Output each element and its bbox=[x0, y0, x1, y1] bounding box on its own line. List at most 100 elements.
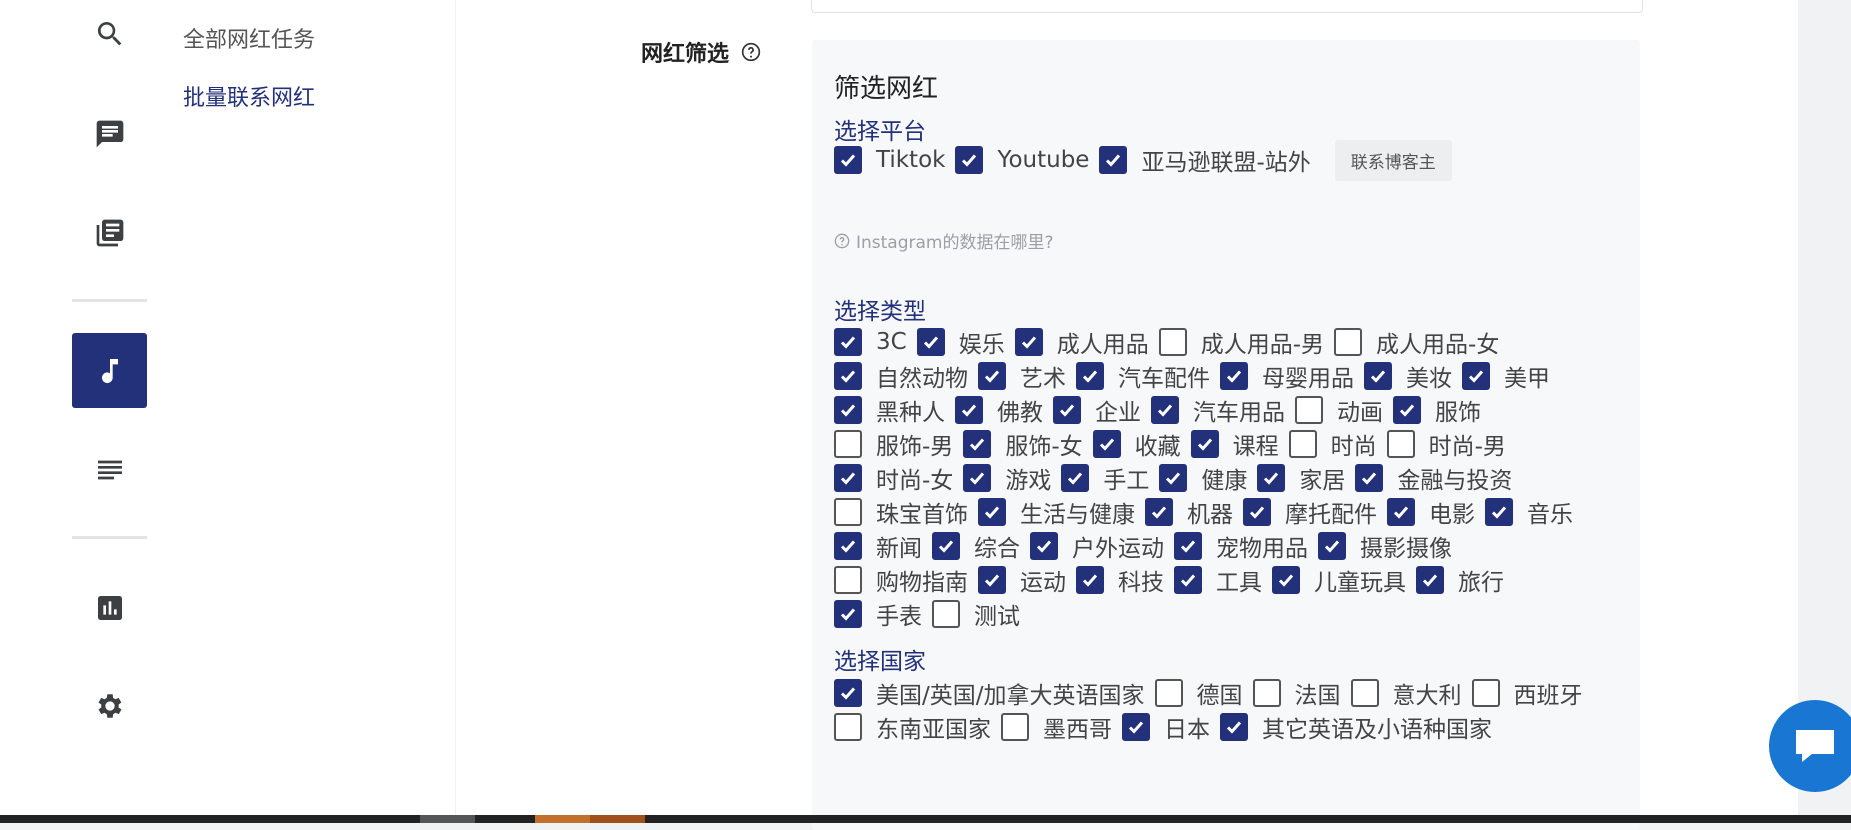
help-circle-icon[interactable] bbox=[741, 42, 761, 62]
checkbox-checked[interactable] bbox=[1053, 396, 1081, 424]
checkbox-checked[interactable] bbox=[955, 146, 984, 174]
checkbox-checked[interactable] bbox=[1355, 464, 1384, 492]
checkbox-checked[interactable] bbox=[834, 532, 862, 560]
checkbox-checked[interactable] bbox=[963, 464, 992, 492]
checkbox-unchecked[interactable] bbox=[1334, 328, 1363, 356]
checkbox-checked[interactable] bbox=[1076, 362, 1104, 390]
category-option[interactable]: 娱乐 bbox=[916, 325, 1005, 359]
country-option[interactable]: 德国 bbox=[1154, 676, 1243, 710]
category-option[interactable]: 测试 bbox=[932, 597, 1020, 631]
category-option[interactable]: 新闻 bbox=[834, 529, 922, 563]
checkbox-checked[interactable] bbox=[834, 362, 862, 390]
country-option[interactable]: 西班牙 bbox=[1471, 676, 1583, 710]
checkbox-checked[interactable] bbox=[1092, 430, 1121, 458]
category-option[interactable]: 健康 bbox=[1159, 461, 1247, 495]
checkbox-checked[interactable] bbox=[1076, 566, 1104, 594]
checkbox-checked[interactable] bbox=[932, 532, 960, 560]
checkbox-checked[interactable] bbox=[978, 362, 1006, 390]
category-option[interactable]: 户外运动 bbox=[1030, 529, 1164, 563]
chat-widget-button[interactable] bbox=[1769, 700, 1851, 792]
checkbox-checked[interactable] bbox=[1387, 498, 1415, 526]
category-option[interactable]: 科技 bbox=[1076, 563, 1164, 597]
category-option[interactable]: 汽车配件 bbox=[1076, 359, 1210, 393]
checkbox-unchecked[interactable] bbox=[932, 600, 960, 628]
category-option[interactable]: 珠宝首饰 bbox=[834, 495, 968, 529]
category-option[interactable]: 艺术 bbox=[978, 359, 1066, 393]
category-option[interactable]: 母婴用品 bbox=[1220, 359, 1354, 393]
checkbox-checked[interactable] bbox=[1364, 362, 1392, 390]
category-option[interactable]: 机器 bbox=[1145, 495, 1233, 529]
category-option[interactable]: 购物指南 bbox=[834, 563, 968, 597]
category-option[interactable]: 动画 bbox=[1295, 393, 1383, 427]
category-option[interactable]: 3C bbox=[834, 328, 907, 356]
submenu-item-batch-contact[interactable]: 批量联系网红 bbox=[183, 80, 315, 112]
country-option[interactable]: 意大利 bbox=[1350, 676, 1462, 710]
checkbox-unchecked[interactable] bbox=[834, 566, 862, 594]
category-option[interactable]: 音乐 bbox=[1485, 495, 1573, 529]
country-option[interactable]: 法国 bbox=[1252, 676, 1341, 710]
bar-chart-icon[interactable] bbox=[72, 570, 147, 645]
checkbox-unchecked[interactable] bbox=[1295, 396, 1323, 424]
category-option[interactable]: 时尚 bbox=[1288, 427, 1377, 461]
contact-blogger-button[interactable]: 联系博客主 bbox=[1334, 139, 1452, 181]
checkbox-checked[interactable] bbox=[978, 566, 1006, 594]
checkbox-unchecked[interactable] bbox=[834, 430, 862, 458]
category-option[interactable]: 成人用品-女 bbox=[1334, 325, 1499, 359]
country-option[interactable]: 墨西哥 bbox=[1001, 710, 1112, 744]
platform-option[interactable]: 亚马逊联盟-站外 bbox=[1099, 143, 1311, 177]
category-option[interactable]: 综合 bbox=[932, 529, 1020, 563]
category-option[interactable]: 时尚-女 bbox=[834, 461, 953, 495]
checkbox-unchecked[interactable] bbox=[1471, 679, 1500, 707]
checkbox-checked[interactable] bbox=[1416, 566, 1444, 594]
category-option[interactable]: 摩托配件 bbox=[1243, 495, 1377, 529]
category-option[interactable]: 美甲 bbox=[1462, 359, 1550, 393]
checkbox-checked[interactable] bbox=[1145, 498, 1173, 526]
platform-option[interactable]: Tiktok bbox=[834, 146, 945, 174]
category-option[interactable]: 服饰-男 bbox=[834, 427, 953, 461]
category-option[interactable]: 汽车用品 bbox=[1151, 393, 1285, 427]
checkbox-unchecked[interactable] bbox=[834, 713, 862, 741]
category-option[interactable]: 家居 bbox=[1257, 461, 1345, 495]
category-option[interactable]: 金融与投资 bbox=[1355, 461, 1512, 495]
checkbox-checked[interactable] bbox=[834, 328, 862, 356]
checkbox-checked[interactable] bbox=[1014, 328, 1043, 356]
search-icon[interactable] bbox=[72, 0, 147, 71]
category-option[interactable]: 摄影摄像 bbox=[1318, 529, 1452, 563]
category-option[interactable]: 手表 bbox=[834, 597, 922, 631]
category-option[interactable]: 美妆 bbox=[1364, 359, 1452, 393]
category-option[interactable]: 游戏 bbox=[963, 461, 1051, 495]
checkbox-checked[interactable] bbox=[1099, 146, 1128, 174]
checkbox-checked[interactable] bbox=[834, 679, 862, 707]
previous-field-input[interactable] bbox=[811, 0, 1643, 13]
checkbox-checked[interactable] bbox=[1061, 464, 1090, 492]
category-option[interactable]: 服饰-女 bbox=[963, 427, 1083, 461]
country-option[interactable]: 日本 bbox=[1122, 710, 1210, 744]
country-option[interactable]: 其它英语及小语种国家 bbox=[1220, 710, 1492, 744]
category-option[interactable]: 旅行 bbox=[1416, 563, 1504, 597]
category-option[interactable]: 课程 bbox=[1190, 427, 1279, 461]
checkbox-checked[interactable] bbox=[1174, 566, 1202, 594]
country-option[interactable]: 美国/英国/加拿大英语国家 bbox=[834, 676, 1145, 710]
checkbox-checked[interactable] bbox=[963, 430, 992, 458]
checkbox-checked[interactable] bbox=[1159, 464, 1188, 492]
platform-option[interactable]: Youtube bbox=[955, 146, 1089, 174]
checkbox-checked[interactable] bbox=[1190, 430, 1219, 458]
checkbox-checked[interactable] bbox=[1220, 362, 1248, 390]
checkbox-unchecked[interactable] bbox=[1154, 679, 1183, 707]
category-option[interactable]: 儿童玩具 bbox=[1272, 563, 1406, 597]
category-option[interactable]: 佛教 bbox=[955, 393, 1043, 427]
checkbox-checked[interactable] bbox=[1485, 498, 1513, 526]
checkbox-checked[interactable] bbox=[978, 498, 1006, 526]
checkbox-checked[interactable] bbox=[1030, 532, 1058, 560]
checkbox-checked[interactable] bbox=[834, 464, 862, 492]
category-option[interactable]: 服饰 bbox=[1393, 393, 1481, 427]
checkbox-unchecked[interactable] bbox=[1001, 713, 1029, 741]
checkbox-checked[interactable] bbox=[916, 328, 945, 356]
category-option[interactable]: 黑种人 bbox=[834, 393, 945, 427]
checkbox-checked[interactable] bbox=[1272, 566, 1300, 594]
category-option[interactable]: 手工 bbox=[1061, 461, 1149, 495]
checkbox-checked[interactable] bbox=[1151, 396, 1179, 424]
category-option[interactable]: 成人用品-男 bbox=[1158, 325, 1324, 359]
submenu-item-all-tasks[interactable]: 全部网红任务 bbox=[183, 22, 315, 54]
list-icon[interactable] bbox=[72, 432, 147, 507]
